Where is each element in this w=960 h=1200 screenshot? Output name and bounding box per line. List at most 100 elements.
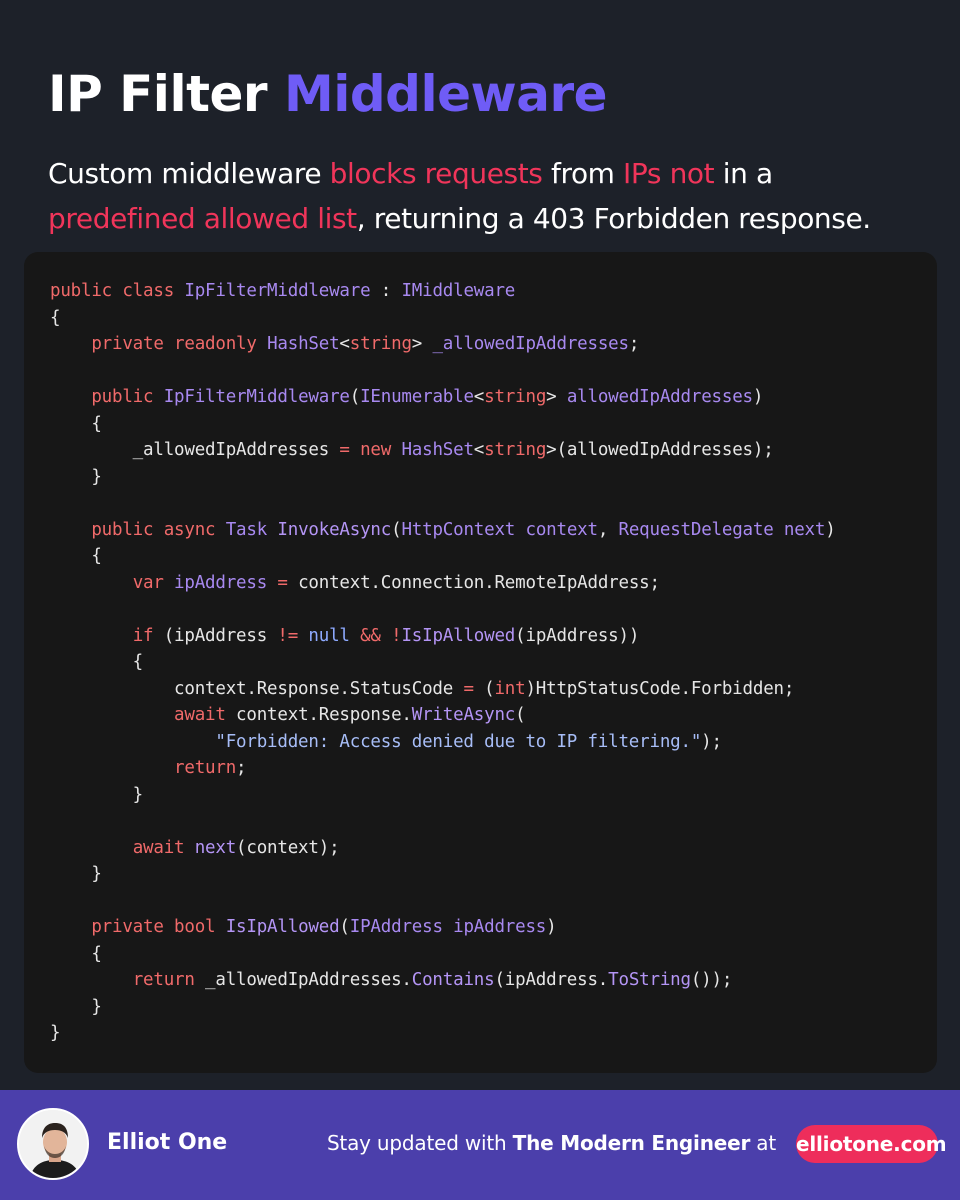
code-token: private bool [91,917,226,937]
code-token: )HttpStatusCode.Forbidden; [525,678,795,699]
subtitle-text: in a [714,157,773,190]
code-token: null [308,625,350,646]
code-token: } [50,996,102,1017]
subtitle: Custom middleware blocks requests from I… [48,151,928,241]
code-token: (ipAddress. [494,970,609,990]
code-token: Contains [411,970,495,990]
code-line: private bool IsIpAllowed(IPAddress ipAdd… [50,914,836,941]
code-token: IpFilterMiddleware [184,281,371,301]
code-token: IPAddress ipAddress [349,917,547,937]
code-block: public class IpFilterMiddleware : IMiddl… [50,278,836,1047]
code-token: < [473,440,485,460]
code-token: if [132,625,154,646]
person-icon [19,1110,87,1178]
code-token: ToString [608,970,691,990]
code-token: RequestDelegate next [618,519,826,540]
code-token: ; [236,758,247,778]
code-token: ( [391,519,402,540]
code-token: public async [91,519,226,540]
code-token: { [50,943,102,964]
code-line: public class IpFilterMiddleware : IMiddl… [50,278,836,305]
code-token: ) [752,387,764,407]
code-token: < [473,387,485,407]
subtitle-highlight: blocks requests [329,157,543,190]
code-token: context.Connection.RemoteIpAddress; [287,572,660,593]
code-token: ! [391,625,402,646]
code-line: return; [50,755,836,782]
code-token: ( [349,387,361,407]
code-token: _allowedIpAddresses [50,440,340,460]
code-token: next [194,837,237,858]
title-part-2: Middleware [283,65,608,123]
code-token: HashSet [401,440,474,460]
code-token: _allowedIpAddresses [432,334,629,354]
code-token: } [50,864,102,884]
code-token: HttpContext context [401,519,598,540]
code-token: string [484,387,547,407]
cta-brand: The Modern Engineer [512,1131,751,1155]
code-line: "Forbidden: Access denied due to IP filt… [50,729,836,756]
code-token: IpFilterMiddleware [163,387,350,407]
code-token: _allowedIpAddresses. [194,970,412,990]
code-token: WriteAsync [411,705,516,725]
code-token: && [360,625,381,646]
code-line: } [50,861,836,888]
code-token: allowedIpAddresses [566,387,753,407]
code-token: } [50,784,144,805]
code-token: > [546,387,567,407]
code-line: public IpFilterMiddleware(IEnumerable<st… [50,384,836,411]
code-line: { [50,543,836,570]
code-line: context.Response.StatusCode = (int)HttpS… [50,676,836,703]
cta-suffix: at [750,1131,776,1155]
code-token: await [132,837,195,858]
code-token: } [50,466,102,487]
site-link[interactable]: elliotone.com [796,1125,947,1163]
subtitle-highlight: IPs not [623,157,715,190]
code-token: = [339,440,350,460]
code-line: return _allowedIpAddresses.Contains(ipAd… [50,967,836,994]
code-line: await context.Response.WriteAsync( [50,702,836,729]
code-token: , [597,519,619,540]
code-line: } [50,464,836,491]
code-token: return [174,758,237,778]
code-token: { [50,546,102,566]
code-token: ipAddress [174,572,268,593]
author-avatar [17,1108,89,1180]
code-token: ()); [690,970,733,990]
code-token: > [411,334,433,354]
code-line: var ipAddress = context.Connection.Remot… [50,570,836,597]
code-token: (context); [236,837,340,858]
code-token: ; [628,334,640,354]
subtitle-text: , returning a 403 Forbidden response. [356,202,871,235]
title-part-1: IP Filter [48,65,268,123]
code-token: Task [225,519,278,540]
code-token: ) [825,519,836,540]
code-token: IsIpAllowed [401,625,516,646]
subtitle-text: Custom middleware [48,157,330,190]
code-token: return [132,970,195,990]
code-token: { [50,413,102,434]
code-token: IEnumerable [360,387,474,407]
code-line: public async Task InvokeAsync(HttpContex… [50,517,836,544]
code-line: { [50,941,836,968]
code-token: new [360,440,402,460]
code-line: await next(context); [50,835,836,862]
code-token: IMiddleware [401,281,516,301]
